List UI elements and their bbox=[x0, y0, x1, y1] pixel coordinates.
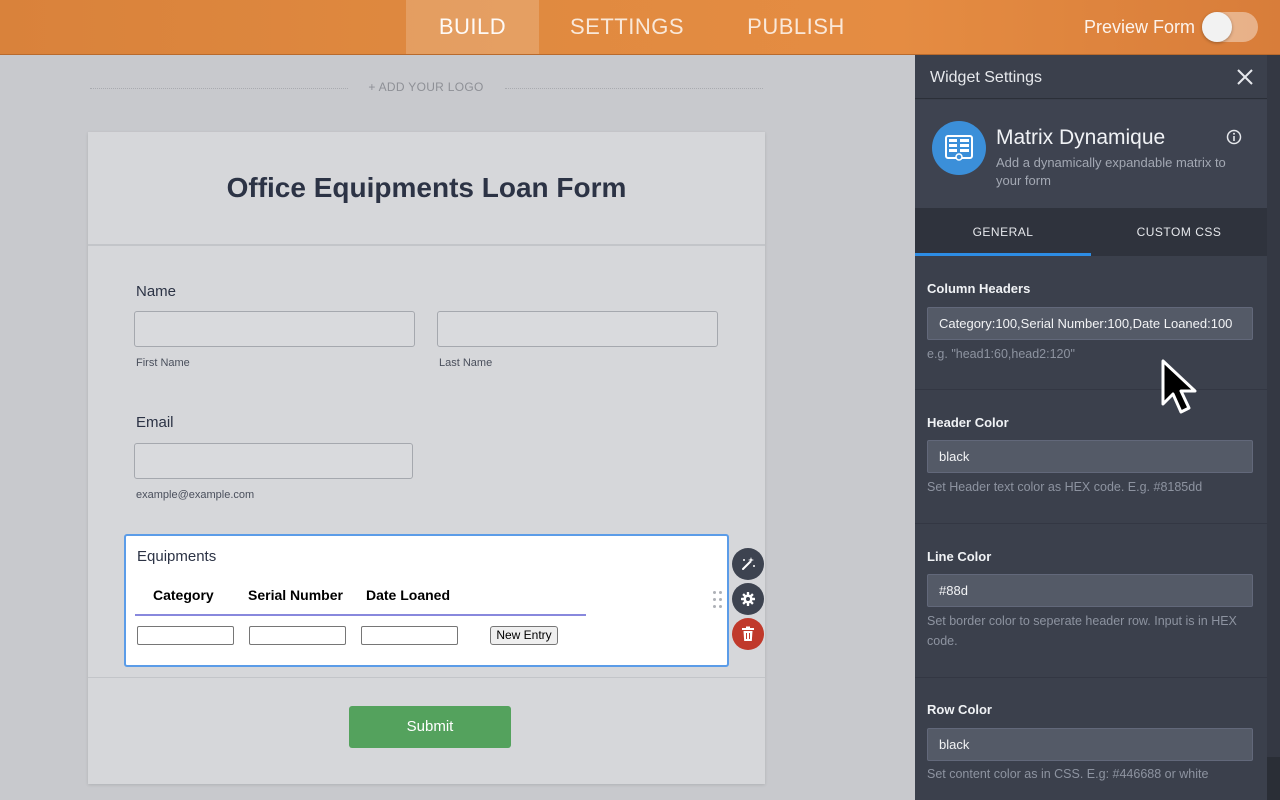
widget-name: Matrix Dynamique bbox=[996, 126, 1166, 149]
logo-divider-right bbox=[505, 88, 763, 89]
setting-label: Line Color bbox=[927, 549, 992, 564]
tab-settings[interactable]: SETTINGS bbox=[556, 0, 698, 54]
name-label: Name bbox=[136, 283, 177, 300]
matrix-column-header: Date Loaned bbox=[366, 587, 451, 603]
form-title[interactable]: Office Equipments Loan Form bbox=[88, 172, 765, 204]
toggle-knob bbox=[1202, 12, 1232, 42]
setting-help: e.g. "head1:60,head2:120" bbox=[927, 347, 1075, 361]
mouse-cursor-icon bbox=[1161, 359, 1197, 414]
panel-header: Widget Settings bbox=[915, 55, 1267, 99]
first-name-sublabel: First Name bbox=[136, 357, 190, 369]
panel-tabs: GENERAL CUSTOM CSS bbox=[915, 208, 1267, 256]
setting-row-color: Row Color black Set content color as in … bbox=[915, 678, 1267, 800]
setting-label: Column Headers bbox=[927, 281, 1031, 296]
matrix-header-line bbox=[135, 614, 586, 616]
matrix-cell-input[interactable] bbox=[249, 626, 346, 645]
magic-wand-icon bbox=[742, 557, 755, 570]
matrix-widget-icon bbox=[932, 121, 986, 175]
settings-button[interactable] bbox=[732, 583, 764, 615]
matrix-column-header: Category bbox=[153, 587, 214, 603]
setting-header-color: Header Color black Set Header text color… bbox=[915, 390, 1267, 524]
matrix-widget[interactable]: Equipments Category Serial Number Date L… bbox=[124, 534, 729, 667]
setting-help: Set content color as in CSS. E.g: #44668… bbox=[927, 767, 1209, 781]
panel-scrollbar-thumb[interactable] bbox=[1267, 55, 1280, 757]
email-sublabel: example@example.com bbox=[136, 489, 255, 501]
preview-form-label: Preview Form bbox=[1084, 17, 1196, 37]
setting-label: Header Color bbox=[927, 415, 1009, 430]
tab-publish[interactable]: PUBLISH bbox=[732, 0, 860, 54]
setting-help: Set border color to seperate header row.… bbox=[927, 614, 1237, 648]
setting-label: Row Color bbox=[927, 702, 992, 717]
close-icon[interactable] bbox=[1235, 67, 1255, 87]
tab-general[interactable]: GENERAL bbox=[915, 208, 1091, 256]
delete-button[interactable] bbox=[732, 618, 764, 650]
last-name-sublabel: Last Name bbox=[439, 357, 493, 369]
matrix-cell-input[interactable] bbox=[361, 626, 458, 645]
column-headers-input[interactable]: Category:100,Serial Number:100,Date Loan… bbox=[927, 307, 1253, 340]
email-input[interactable] bbox=[134, 443, 413, 479]
header-color-input[interactable]: black bbox=[927, 440, 1253, 473]
widget-settings-panel: Widget Settings Matrix Dynamique Add a d… bbox=[915, 55, 1267, 800]
row-color-input[interactable]: black bbox=[927, 728, 1253, 761]
magic-wand-button[interactable] bbox=[732, 548, 764, 580]
matrix-label: Equipments bbox=[137, 548, 217, 565]
setting-column-headers: Column Headers Category:100,Serial Numbe… bbox=[915, 256, 1267, 390]
trash-icon bbox=[742, 626, 754, 641]
add-logo-link[interactable]: + ADD YOUR LOGO bbox=[350, 80, 502, 94]
gear-icon bbox=[741, 592, 755, 606]
first-name-input[interactable] bbox=[134, 311, 415, 347]
logo-divider-left bbox=[90, 88, 348, 89]
panel-title: Widget Settings bbox=[930, 69, 1043, 86]
info-icon[interactable] bbox=[1226, 129, 1242, 145]
widget-info: Matrix Dynamique Add a dynamically expan… bbox=[915, 100, 1267, 208]
top-navigation-bar: BUILD SETTINGS PUBLISH Preview Form bbox=[0, 0, 1280, 55]
form-header[interactable]: Office Equipments Loan Form bbox=[88, 132, 765, 246]
line-color-input[interactable]: #88d bbox=[927, 574, 1253, 607]
new-entry-button[interactable]: New Entry bbox=[490, 626, 558, 645]
form-divider bbox=[88, 677, 765, 678]
drag-handle-icon[interactable] bbox=[713, 591, 723, 609]
last-name-input[interactable] bbox=[437, 311, 718, 347]
tab-build[interactable]: BUILD bbox=[406, 0, 539, 54]
matrix-cell-input[interactable] bbox=[137, 626, 234, 645]
widget-description: Add a dynamically expandable matrix to y… bbox=[996, 155, 1226, 188]
matrix-column-header: Serial Number bbox=[248, 587, 343, 603]
email-label: Email bbox=[136, 414, 174, 431]
submit-button[interactable]: Submit bbox=[349, 706, 511, 748]
setting-line-color: Line Color #88d Set border color to sepe… bbox=[915, 524, 1267, 678]
setting-help: Set Header text color as HEX code. E.g. … bbox=[927, 480, 1203, 494]
tab-custom-css[interactable]: CUSTOM CSS bbox=[1091, 208, 1267, 256]
preview-form-toggle[interactable] bbox=[1202, 12, 1258, 42]
